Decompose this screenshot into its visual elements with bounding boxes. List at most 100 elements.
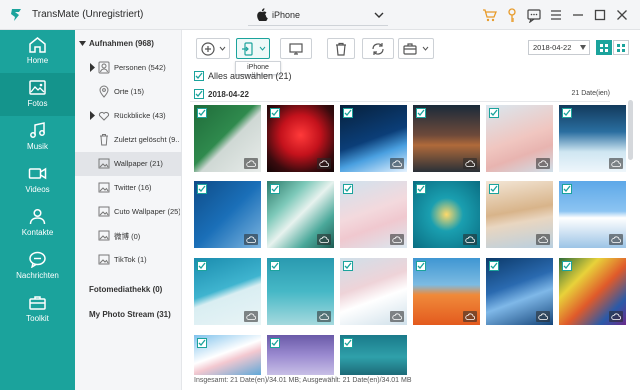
photo-thumbnail[interactable] (194, 258, 261, 325)
tree-item-places[interactable]: Orte (15) (75, 80, 182, 104)
nav-toolkit[interactable]: Toolkit (0, 288, 75, 331)
chevron-right-icon (90, 111, 95, 120)
photo-checkbox[interactable] (416, 261, 426, 271)
sidebar: Home Fotos Musik Videos Kontakte Nachric… (0, 30, 75, 390)
tree-item-label: Orte (15) (114, 87, 145, 96)
list-view-button[interactable] (613, 40, 629, 55)
photo-thumbnail[interactable] (267, 181, 334, 248)
photo-thumbnail[interactable] (559, 105, 626, 172)
photo-thumbnail[interactable] (267, 335, 334, 375)
nav-home[interactable]: Home (0, 30, 75, 73)
computer-icon (289, 43, 303, 55)
trash-icon (100, 134, 108, 146)
scrollbar[interactable] (628, 100, 633, 160)
photo-checkbox[interactable] (197, 184, 207, 194)
tree-item-photo-library[interactable]: Fotomediathekk (0) (75, 278, 182, 302)
cart-icon[interactable] (482, 7, 498, 23)
photo-thumbnail[interactable] (340, 181, 407, 248)
tree-root-recordings[interactable]: Aufnahmen (968) (75, 32, 182, 56)
device-selector[interactable]: iPhone (248, 4, 388, 26)
feedback-icon[interactable] (526, 7, 542, 24)
group-checkbox[interactable] (194, 89, 204, 99)
tree-item-label: Rückblicke (43) (114, 111, 166, 120)
photo-checkbox[interactable] (562, 108, 572, 118)
memories-icon (98, 111, 110, 121)
photo-thumbnail[interactable] (413, 105, 480, 172)
tree-item-label: Personen (542) (114, 63, 166, 72)
tree-item-weibo[interactable]: 微博 (0) (75, 224, 182, 248)
tree-item-tiktok[interactable]: TikTok (1) (75, 248, 182, 272)
menu-icon[interactable] (548, 7, 564, 23)
tree-item-persons[interactable]: Personen (542) (75, 56, 182, 80)
minimize-icon[interactable] (570, 7, 586, 23)
add-button[interactable] (196, 38, 230, 59)
nav-videos[interactable]: Videos (0, 159, 75, 202)
photo-thumbnail[interactable] (194, 335, 261, 375)
nav-photos[interactable]: Fotos (0, 73, 75, 116)
photo-thumbnail[interactable] (267, 105, 334, 172)
photo-thumbnail[interactable] (486, 181, 553, 248)
tree-item-photo-stream[interactable]: My Photo Stream (31) (75, 303, 182, 327)
photo-checkbox[interactable] (562, 184, 572, 194)
maximize-icon[interactable] (592, 7, 608, 23)
tree-item-wallpaper[interactable]: Wallpaper (21) (75, 152, 182, 176)
grid-view-button[interactable] (596, 40, 612, 55)
photo-thumbnail[interactable] (194, 105, 261, 172)
title-bar: TransMate (Unregistriert) iPhone (0, 0, 640, 30)
photo-checkbox[interactable] (197, 338, 207, 348)
photo-thumbnail[interactable] (486, 258, 553, 325)
photo-checkbox[interactable] (270, 108, 280, 118)
messages-icon (29, 251, 46, 268)
chevron-down-icon (422, 46, 429, 51)
tree-item-recently-deleted[interactable]: Zuletzt gelöscht (9... (75, 128, 182, 152)
home-icon (29, 37, 46, 53)
photo-thumbnail[interactable] (413, 258, 480, 325)
photo-checkbox[interactable] (270, 261, 280, 271)
select-all-checkbox[interactable] (194, 71, 204, 81)
tree-item-twitter[interactable]: Twitter (16) (75, 176, 182, 200)
photo-thumbnail[interactable] (340, 258, 407, 325)
photo-thumbnail[interactable] (340, 105, 407, 172)
close-icon[interactable] (614, 7, 630, 23)
refresh-button[interactable] (362, 38, 394, 59)
export-to-pc-button[interactable] (280, 38, 312, 59)
photo-checkbox[interactable] (489, 108, 499, 118)
cloud-icon (390, 311, 404, 322)
photo-checkbox[interactable] (197, 108, 207, 118)
chevron-down-icon (259, 46, 266, 51)
photo-checkbox[interactable] (343, 184, 353, 194)
photo-checkbox[interactable] (197, 261, 207, 271)
photo-thumbnail[interactable] (194, 181, 261, 248)
photo-checkbox[interactable] (489, 261, 499, 271)
photo-thumbnail[interactable] (559, 258, 626, 325)
photo-checkbox[interactable] (562, 261, 572, 271)
nav-music[interactable]: Musik (0, 116, 75, 159)
photo-checkbox[interactable] (343, 261, 353, 271)
date-filter-value: 2018-04-22 (533, 43, 572, 52)
tree-item-cuto-wallpaper[interactable]: Cuto Wallpaper (25) (75, 200, 182, 224)
chevron-down-icon (580, 45, 586, 50)
photo-checkbox[interactable] (270, 338, 280, 348)
photo-checkbox[interactable] (270, 184, 280, 194)
nav-contacts[interactable]: Kontakte (0, 202, 75, 245)
export-to-device-button[interactable] (236, 38, 270, 59)
add-icon (201, 42, 215, 56)
photo-thumbnail[interactable] (340, 335, 407, 375)
photo-thumbnail[interactable] (413, 181, 480, 248)
photo-checkbox[interactable] (416, 184, 426, 194)
photo-thumbnail[interactable] (486, 105, 553, 172)
photo-checkbox[interactable] (416, 108, 426, 118)
date-filter-select[interactable]: 2018-04-22 (528, 40, 590, 55)
photo-thumbnail[interactable] (559, 181, 626, 248)
photo-checkbox[interactable] (343, 108, 353, 118)
key-icon[interactable] (504, 7, 520, 23)
album-icon (98, 182, 110, 193)
tree-item-memories[interactable]: Rückblicke (43) (75, 104, 182, 128)
delete-button[interactable] (327, 38, 355, 59)
photo-thumbnail[interactable] (267, 258, 334, 325)
toolbox-button[interactable] (398, 38, 434, 59)
photo-checkbox[interactable] (489, 184, 499, 194)
photo-checkbox[interactable] (343, 338, 353, 348)
tree-item-label: TikTok (1) (114, 255, 147, 264)
nav-messages[interactable]: Nachrichten (0, 245, 75, 288)
